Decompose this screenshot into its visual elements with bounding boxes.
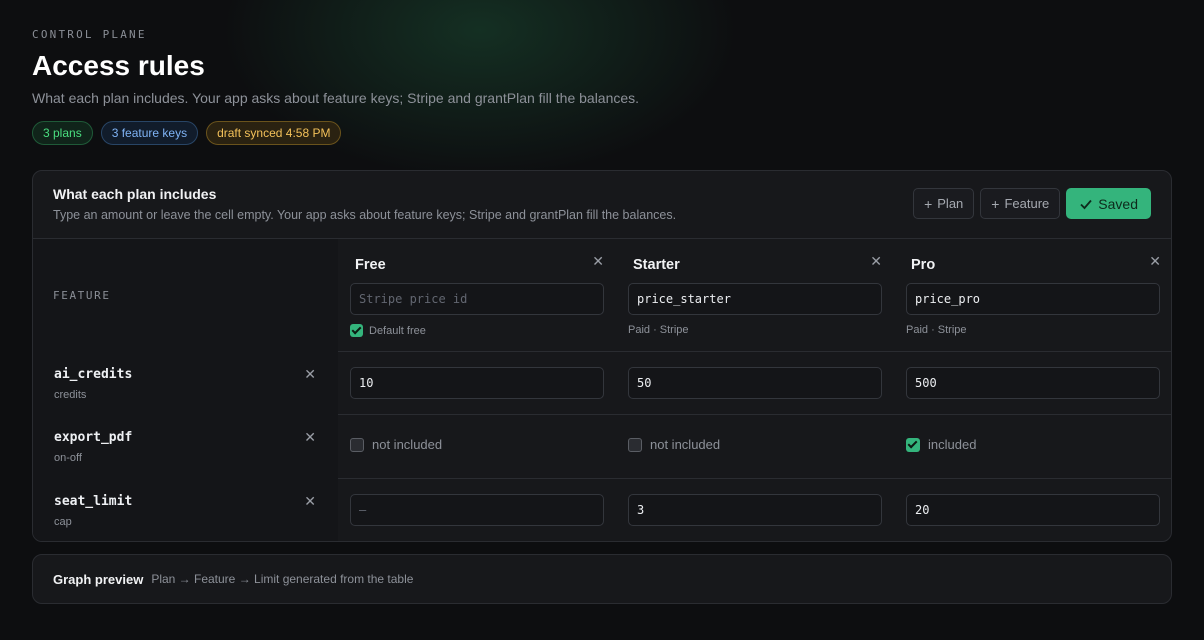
plan-billing-meta: Paid · Stripe [906,324,967,336]
card-actions: + Plan + Feature Saved [913,188,1151,219]
limit-cell: — [338,479,616,541]
plan-matrix-card: What each plan includes Type an amount o… [32,170,1172,542]
card-title: What each plan includes [53,186,217,202]
limit-input[interactable]: 10 [350,367,604,399]
plan-name: Free [355,257,386,273]
include-checkbox[interactable]: included [906,437,976,452]
limit-input[interactable]: 3 [628,494,882,526]
limit-input[interactable]: 20 [906,494,1160,526]
stripe-price-input[interactable]: price_starter [628,283,882,315]
page-title: Access rules [32,50,205,81]
feature-type: cap [54,516,72,528]
add-feature-label: Feature [1004,196,1050,211]
feature-column-label: FEATURE [53,289,111,302]
remove-plan-close-icon[interactable]: ✕ [592,254,604,268]
plan-feature-table: FEATURE Free ✕ Stripe price id Default f… [33,239,1171,541]
feature-keys-badge: 3 feature keys [100,121,199,145]
feature-header-cell: FEATURE [33,239,338,352]
add-plan-button[interactable]: + Plan [913,188,975,219]
card-header: What each plan includes Type an amount o… [33,171,1171,239]
feature-key: seat_limit [54,494,133,509]
plan-column-starter: Starter ✕ price_starter Paid · Stripe [616,239,894,352]
saved-button[interactable]: Saved [1066,188,1151,219]
include-label: not included [372,437,443,452]
section-eyebrow: CONTROL PLANE [32,28,147,41]
feature-type: credits [54,389,87,401]
feature-cell: seat_limit cap ✕ [33,479,338,541]
plus-icon: + [924,195,933,212]
limit-cell: 50 [616,352,894,415]
limit-cell: 500 [894,352,1171,415]
plan-column-free: Free ✕ Stripe price id Default free [338,239,616,352]
limit-input[interactable]: 50 [628,367,882,399]
plan-name: Starter [633,257,680,273]
plan-header-row: FEATURE Free ✕ Stripe price id Default f… [33,239,1171,352]
limit-cell: 20 [894,479,1171,541]
card-subtitle: Type an amount or leave the cell empty. … [53,208,677,222]
feature-cell: ai_credits credits ✕ [33,352,338,415]
graph-preview-title: Graph preview [53,571,144,587]
status-badges: 3 plans 3 feature keys draft synced 4:58… [32,121,1172,145]
include-checkbox[interactable]: not included [350,437,442,452]
plan-billing-meta: Paid · Stripe [628,324,689,336]
stripe-price-input[interactable]: price_pro [906,283,1160,315]
remove-feature-close-icon[interactable]: ✕ [304,367,316,381]
checkbox-unchecked-icon [628,437,642,452]
feature-row-export-pdf: export_pdf on-off ✕ not included not inc… [33,415,1171,479]
remove-plan-close-icon[interactable]: ✕ [870,254,882,268]
remove-feature-close-icon[interactable]: ✕ [304,494,316,508]
limit-input[interactable]: 500 [906,367,1160,399]
feature-key: export_pdf [54,430,133,445]
limit-cell: 3 [616,479,894,541]
saved-label: Saved [1098,195,1138,212]
plan-column-pro: Pro ✕ price_pro Paid · Stripe [894,239,1171,352]
limit-cell: 10 [338,352,616,415]
plans-count-badge: 3 plans [32,121,93,145]
checkbox-unchecked-icon [350,437,364,452]
remove-feature-close-icon[interactable]: ✕ [304,430,316,444]
page-subtitle: What each plan includes. Your app asks a… [32,90,640,106]
feature-row-ai-credits: ai_credits credits ✕ 10 50 500 [33,352,1171,415]
sync-status-badge: draft synced 4:58 PM [206,121,342,145]
graph-preview-panel[interactable]: Graph preview Plan → Feature → Limit gen… [32,554,1172,604]
default-free-label: Default free [369,324,426,337]
toggle-cell: not included [338,415,616,479]
checkbox-checked-icon [906,437,920,452]
limit-input[interactable]: — [350,494,604,526]
add-plan-label: Plan [937,196,964,211]
plus-icon: + [991,195,1000,212]
default-free-checkbox[interactable]: Default free [350,324,426,337]
plan-name: Pro [911,257,936,273]
add-feature-button[interactable]: + Feature [980,188,1061,219]
feature-type: on-off [54,452,82,464]
include-checkbox[interactable]: not included [628,437,720,452]
feature-cell: export_pdf on-off ✕ [33,415,338,479]
checkbox-checked-icon [350,324,363,337]
remove-plan-close-icon[interactable]: ✕ [1149,254,1161,268]
check-icon [1080,199,1092,209]
plan-meta-label: Paid · Stripe [906,324,967,336]
stripe-price-input[interactable]: Stripe price id [350,283,604,315]
toggle-cell: not included [616,415,894,479]
include-label: included [928,437,977,452]
include-label: not included [650,437,721,452]
feature-key: ai_credits [54,367,133,382]
graph-preview-subtitle: Plan → Feature → Limit generated from th… [151,572,414,586]
plan-meta-label: Paid · Stripe [628,324,689,336]
toggle-cell: included [894,415,1171,479]
page-header: CONTROL PLANE Access rules What each pla… [32,28,1172,145]
feature-row-seat-limit: seat_limit cap ✕ — 3 20 [33,479,1171,541]
